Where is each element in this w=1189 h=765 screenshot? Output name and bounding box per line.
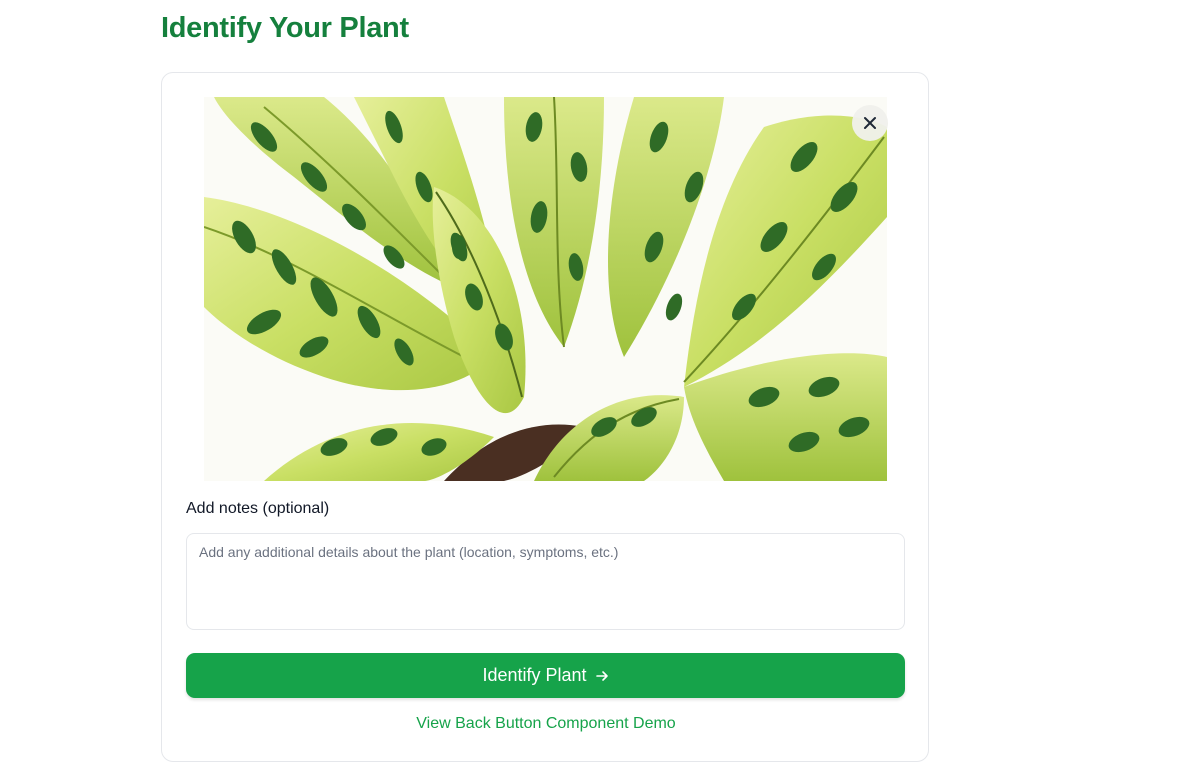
identify-plant-label: Identify Plant xyxy=(482,665,587,685)
page-title: Identify Your Plant xyxy=(161,12,409,44)
arrow-right-icon xyxy=(595,670,608,681)
notes-input[interactable] xyxy=(186,533,905,630)
plant-photo-preview xyxy=(204,97,887,481)
back-button-demo-link[interactable]: View Back Button Component Demo xyxy=(162,715,930,733)
identify-plant-button[interactable]: Identify Plant xyxy=(186,653,905,698)
remove-photo-button[interactable] xyxy=(852,105,888,141)
plant-photo xyxy=(204,97,887,481)
notes-label: Add notes (optional) xyxy=(186,500,330,517)
close-icon xyxy=(864,117,876,129)
upload-card: Add notes (optional) Identify Plant View… xyxy=(161,72,929,762)
